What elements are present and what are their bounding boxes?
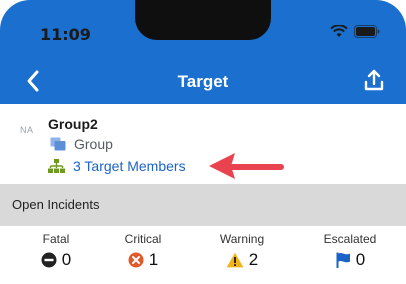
group-name: Group2: [48, 116, 98, 132]
nav-bar: Target: [0, 58, 406, 104]
incident-warning[interactable]: Warning 2: [197, 232, 287, 270]
group-type-icon: [50, 137, 66, 151]
incident-critical-count: 1: [148, 250, 159, 269]
warning-triangle-icon: [226, 252, 244, 268]
target-members-link-label: 3 Target Members: [73, 158, 186, 174]
incident-warning-label: Warning: [219, 232, 265, 246]
status-time: 11:09: [40, 25, 91, 44]
status-icons: [330, 25, 380, 38]
org-hierarchy-icon: [48, 159, 65, 173]
incident-fatal-count: 0: [61, 250, 72, 269]
status-bar: 11:09: [0, 0, 406, 58]
avatar: NA: [20, 125, 34, 135]
group-type-label: Group: [74, 136, 113, 152]
open-incidents-title: Open Incidents: [12, 197, 100, 212]
incident-escalated-count: 0: [355, 250, 366, 269]
phone-screen: 11:09 Target NA Group2 Group 3 Target Me…: [0, 0, 406, 284]
flag-icon: [336, 252, 350, 268]
x-circle-icon: [128, 252, 144, 268]
battery-icon: [354, 25, 380, 38]
wifi-icon: [330, 25, 348, 37]
page-title: Target: [177, 72, 229, 91]
group-type-row: Group: [50, 136, 113, 152]
incident-escalated-label: Escalated: [323, 232, 377, 246]
incident-warning-count: 2: [248, 250, 259, 269]
target-members-link[interactable]: 3 Target Members: [48, 158, 186, 174]
incident-fatal[interactable]: Fatal 0: [11, 232, 101, 270]
share-upload-icon[interactable]: [362, 68, 386, 94]
annotation-arrow-icon: [209, 153, 284, 179]
incident-critical[interactable]: Critical 1: [98, 232, 188, 270]
incident-fatal-label: Fatal: [42, 232, 70, 246]
device-notch: [135, 0, 271, 40]
incident-critical-label: Critical: [124, 232, 162, 246]
minus-circle-icon: [41, 252, 57, 268]
incident-escalated[interactable]: Escalated 0: [305, 232, 395, 270]
